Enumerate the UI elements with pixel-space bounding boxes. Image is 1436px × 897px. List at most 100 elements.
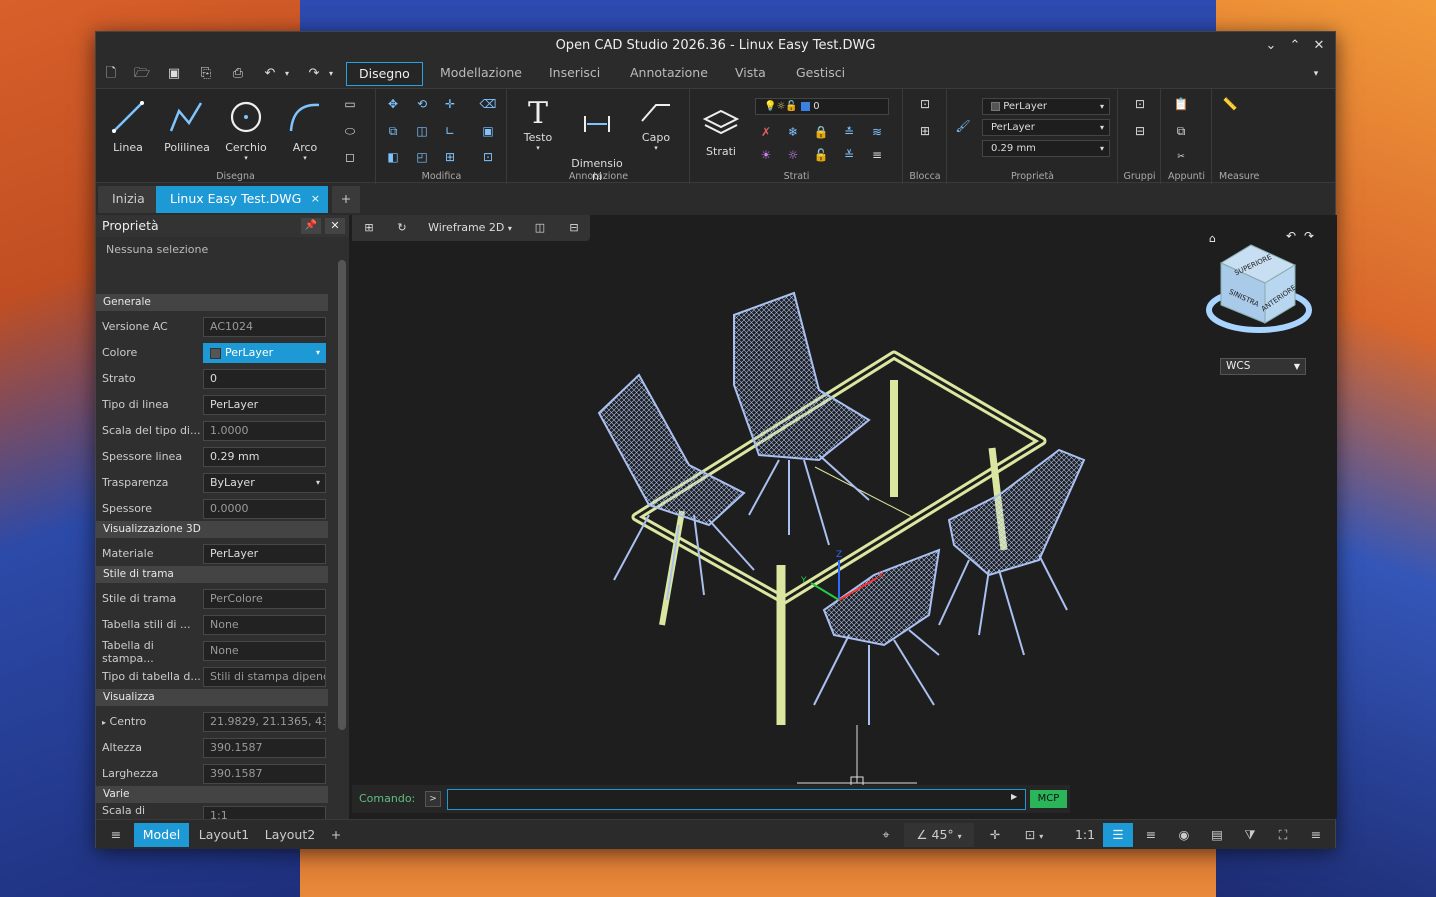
match-properties-icon[interactable]: 🖌 bbox=[954, 117, 972, 135]
layer-match-icon[interactable]: ≛ bbox=[840, 123, 858, 141]
explode-icon[interactable]: ⊡ bbox=[479, 148, 497, 166]
section-view[interactable]: Visualizza bbox=[96, 689, 328, 706]
measure-icon[interactable]: 📏 bbox=[1221, 95, 1239, 113]
fullscreen-icon[interactable]: ⛶ bbox=[1270, 823, 1296, 847]
offset-icon[interactable]: ▣ bbox=[479, 122, 497, 140]
mcp-button[interactable]: MCP bbox=[1030, 790, 1067, 808]
wcs-dropdown[interactable]: WCS ▼ bbox=[1220, 358, 1306, 375]
open-folder-icon[interactable]: 🗁 bbox=[131, 64, 153, 84]
notes-icon[interactable]: ▤ bbox=[1204, 823, 1230, 847]
polyline-button[interactable]: Polilinea bbox=[160, 97, 214, 154]
tab-home[interactable]: Inizia bbox=[98, 186, 159, 213]
insert-block-icon[interactable]: ⊞ bbox=[916, 122, 934, 140]
undo-icon[interactable]: ↶ bbox=[259, 64, 281, 84]
properties-list-icon[interactable]: ≡ bbox=[1138, 823, 1164, 847]
array-icon[interactable]: ⊞ bbox=[441, 148, 459, 166]
group-icon[interactable]: ⊡ bbox=[1131, 95, 1149, 113]
layout2-tab[interactable]: Layout2 bbox=[262, 823, 318, 847]
text-button[interactable]: T Testo ▾ bbox=[511, 97, 565, 152]
rotate-icon[interactable]: ⟲ bbox=[413, 95, 431, 113]
tab-annotazione[interactable]: Annotazione bbox=[618, 62, 720, 86]
layer-freeze-icon[interactable]: ❄ bbox=[784, 123, 802, 141]
lineweight-display-icon[interactable]: ☰ bbox=[1103, 823, 1133, 847]
save-as-icon[interactable]: ⎘ bbox=[195, 64, 217, 84]
arc-button[interactable]: Arco ▾ bbox=[278, 97, 332, 162]
expand-center[interactable]: ▸ Centro bbox=[102, 715, 202, 729]
send-icon[interactable]: ▶ bbox=[1011, 792, 1017, 801]
layer-dropdown[interactable]: 💡☼🔓 0 bbox=[755, 98, 889, 115]
fillet-icon[interactable]: ∟ bbox=[441, 122, 459, 140]
circle-button[interactable]: Cerchio ▾ bbox=[219, 97, 273, 162]
layer-unlock-icon[interactable]: 🔓 bbox=[812, 146, 830, 164]
linetype-dropdown[interactable]: PerLayer ▾ bbox=[982, 119, 1110, 136]
drawing-viewport[interactable]: ⊞ ↻ Wireframe 2D ▾ ◫ ⊟ Z Y X SUPERIORE S… bbox=[349, 215, 1337, 819]
tab-inserisci[interactable]: Inserisci bbox=[537, 62, 612, 86]
hamburger-menu-icon[interactable]: ≡ bbox=[104, 823, 128, 847]
visibility-icon[interactable]: ◉ bbox=[1171, 823, 1197, 847]
command-history-button[interactable]: > bbox=[425, 791, 441, 807]
viewcube[interactable]: SUPERIORE SINISTRA ANTERIORE bbox=[1206, 244, 1312, 333]
scale-icon[interactable]: ◰ bbox=[413, 148, 431, 166]
layout1-tab[interactable]: Layout1 bbox=[196, 823, 252, 847]
tab-disegno[interactable]: Disegno bbox=[346, 62, 423, 86]
trim-icon[interactable]: ✛ bbox=[441, 95, 459, 113]
leader-button[interactable]: Capo ▾ bbox=[629, 97, 683, 152]
mirror-icon[interactable]: ◫ bbox=[413, 122, 431, 140]
ellipse-icon[interactable]: ⬭ bbox=[341, 122, 359, 140]
rectangle-icon[interactable]: ▭ bbox=[341, 95, 359, 113]
ribbon-collapse-icon[interactable]: ▾ bbox=[1305, 64, 1327, 84]
section-general[interactable]: Generale bbox=[96, 294, 328, 311]
ungroup-icon[interactable]: ⊟ bbox=[1131, 122, 1149, 140]
cut-icon[interactable]: ✂ bbox=[1172, 148, 1190, 166]
home-view-icon[interactable]: ⌂ bbox=[1209, 232, 1216, 245]
color-dropdown[interactable]: PerLayer ▾ bbox=[982, 98, 1110, 115]
add-layout-button[interactable]: + bbox=[326, 823, 346, 847]
save-icon[interactable]: ▣ bbox=[163, 64, 185, 84]
stretch-icon[interactable]: ◧ bbox=[384, 148, 402, 166]
copy-icon[interactable]: ⧉ bbox=[384, 122, 402, 140]
section-misc[interactable]: Varie bbox=[96, 786, 328, 803]
lineweight-dropdown[interactable]: 0.29 mm ▾ bbox=[982, 140, 1110, 157]
rotate-right-icon[interactable]: ↷ bbox=[1304, 229, 1314, 243]
layers-button[interactable]: Strati bbox=[694, 107, 748, 158]
tab-vista[interactable]: Vista bbox=[723, 62, 778, 86]
layer-off-icon[interactable]: ✗ bbox=[757, 123, 775, 141]
ortho-icon[interactable]: ✛ bbox=[983, 823, 1007, 847]
new-file-icon[interactable]: 🗋 bbox=[100, 64, 122, 84]
maximize-button[interactable]: ⌃ bbox=[1283, 32, 1307, 60]
paste-icon[interactable]: 📋 bbox=[1172, 95, 1190, 113]
layer-walk-icon[interactable]: ≡ bbox=[868, 146, 886, 164]
line-button[interactable]: Linea bbox=[101, 97, 155, 154]
layer-thaw-icon[interactable]: ☼ bbox=[784, 146, 802, 164]
polar-angle-dropdown[interactable]: ∠ 45° ▾ bbox=[904, 823, 974, 847]
annotation-scale[interactable]: 1:1 bbox=[1071, 823, 1099, 847]
print-icon[interactable]: ⎙ bbox=[227, 64, 249, 84]
filter-icon[interactable]: ⧩ bbox=[1237, 823, 1263, 847]
section-plot[interactable]: Stile di trama bbox=[96, 566, 328, 583]
layer-on-icon[interactable]: ☀ bbox=[757, 146, 775, 164]
command-input[interactable] bbox=[447, 789, 1026, 810]
close-tab-icon[interactable]: × bbox=[311, 186, 320, 212]
tab-gestisci[interactable]: Gestisci bbox=[784, 62, 857, 86]
color-select[interactable]: PerLayer ▾ bbox=[203, 343, 326, 363]
new-tab-button[interactable]: + bbox=[332, 186, 360, 213]
panel-scrollbar[interactable] bbox=[338, 260, 346, 730]
layer-previous-icon[interactable]: ≚ bbox=[840, 146, 858, 164]
snap-icon[interactable]: ⌖ bbox=[874, 823, 898, 847]
erase-icon[interactable]: ⌫ bbox=[479, 95, 497, 113]
close-button[interactable]: ✕ bbox=[1307, 32, 1331, 60]
minimize-button[interactable]: ⌄ bbox=[1259, 32, 1283, 60]
redo-dropdown-icon[interactable]: ▾ bbox=[325, 64, 337, 84]
osnap-dropdown[interactable]: ⊡ ▾ bbox=[1014, 823, 1054, 847]
region-icon[interactable]: ◻ bbox=[341, 148, 359, 166]
layer-lock-icon[interactable]: 🔒 bbox=[812, 123, 830, 141]
model-tab[interactable]: Model bbox=[134, 823, 189, 847]
redo-icon[interactable]: ↷ bbox=[303, 64, 325, 84]
tab-modellazione[interactable]: Modellazione bbox=[428, 62, 534, 86]
tab-document[interactable]: Linux Easy Test.DWG × bbox=[156, 186, 328, 213]
move-icon[interactable]: ✥ bbox=[384, 95, 402, 113]
pin-icon[interactable]: 📌 bbox=[301, 218, 321, 234]
layer-isolate-icon[interactable]: ≋ bbox=[868, 123, 886, 141]
rotate-left-icon[interactable]: ↶ bbox=[1286, 229, 1296, 243]
undo-dropdown-icon[interactable]: ▾ bbox=[281, 64, 293, 84]
